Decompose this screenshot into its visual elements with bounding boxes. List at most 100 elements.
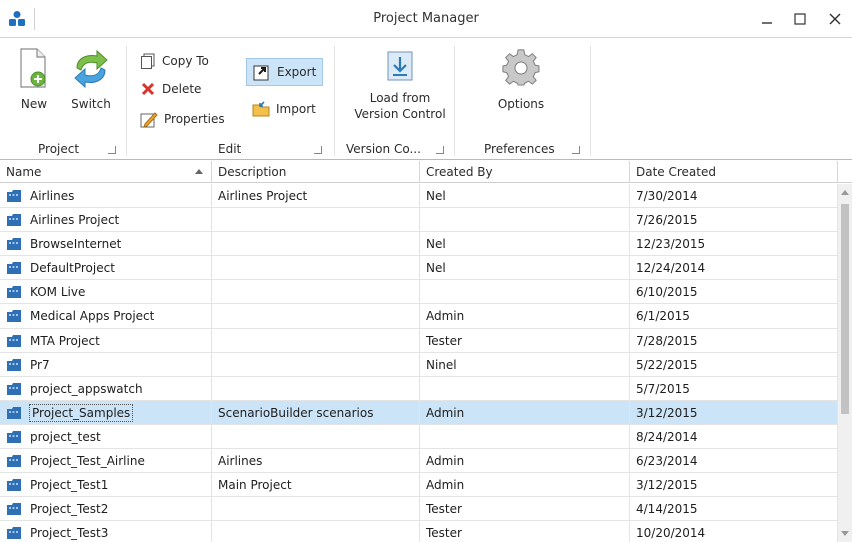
- cell-created-by[interactable]: Ninel: [420, 352, 630, 377]
- column-header-date-created[interactable]: Date Created: [630, 161, 838, 183]
- project-name: BrowseInternet: [30, 237, 122, 252]
- cell-name[interactable]: Project_Samples: [0, 400, 212, 425]
- table-row[interactable]: Project_Test_Airline Airlines Admin 6/23/20…: [0, 449, 838, 474]
- cell-name[interactable]: KOM Live: [0, 280, 212, 305]
- cell-created-by[interactable]: [420, 280, 630, 305]
- new-project-button[interactable]: New: [14, 46, 54, 112]
- cell-description[interactable]: [212, 376, 420, 401]
- cell-created-by[interactable]: [420, 208, 630, 233]
- switch-project-button[interactable]: Switch: [68, 46, 114, 112]
- table-row[interactable]: BrowseInternet Nel 12/23/2015: [0, 232, 838, 257]
- cell-date-created[interactable]: 6/23/2014: [630, 449, 838, 474]
- options-button[interactable]: Options: [486, 48, 556, 112]
- cell-name[interactable]: Airlines Project: [0, 208, 212, 233]
- cell-name[interactable]: project_test: [0, 424, 212, 449]
- column-header-name[interactable]: Name: [0, 161, 212, 183]
- cell-created-by[interactable]: [420, 424, 630, 449]
- table-row[interactable]: KOM Live 6/10/2015: [0, 280, 838, 305]
- cell-date-created[interactable]: 6/1/2015: [630, 304, 838, 329]
- column-header-created-by[interactable]: Created By: [420, 161, 630, 183]
- export-button[interactable]: Export: [246, 58, 324, 86]
- column-header-description[interactable]: Description: [212, 161, 420, 183]
- cell-date-created[interactable]: 5/7/2015: [630, 376, 838, 401]
- version-control-group-expander[interactable]: [436, 146, 444, 154]
- scroll-up-icon[interactable]: [841, 190, 849, 195]
- cell-description[interactable]: [212, 208, 420, 233]
- cell-created-by[interactable]: Tester: [420, 521, 630, 542]
- cell-date-created[interactable]: 6/10/2015: [630, 280, 838, 305]
- close-button[interactable]: [820, 6, 850, 32]
- preferences-group-expander[interactable]: [572, 146, 580, 154]
- cell-date-created[interactable]: 7/26/2015: [630, 208, 838, 233]
- cell-created-by[interactable]: Admin: [420, 400, 630, 425]
- maximize-button[interactable]: [785, 6, 815, 32]
- cell-name[interactable]: Project_Test1: [0, 473, 212, 498]
- scrollbar-thumb[interactable]: [841, 204, 849, 414]
- cell-name[interactable]: Project_Test_Airline: [0, 449, 212, 474]
- cell-description[interactable]: Airlines: [212, 449, 420, 474]
- cell-name[interactable]: DefaultProject: [0, 256, 212, 281]
- cell-name[interactable]: Project_Test2: [0, 497, 212, 522]
- cell-created-by[interactable]: Nel: [420, 232, 630, 257]
- cell-date-created[interactable]: 5/22/2015: [630, 352, 838, 377]
- properties-button[interactable]: Properties: [140, 108, 225, 130]
- table-row[interactable]: project_test 8/24/2014: [0, 424, 838, 450]
- cell-name[interactable]: project_appswatch: [0, 376, 212, 401]
- cell-date-created[interactable]: 8/24/2014: [630, 424, 838, 449]
- cell-created-by[interactable]: Admin: [420, 449, 630, 474]
- scroll-down-icon[interactable]: [841, 531, 849, 536]
- cell-description[interactable]: [212, 304, 420, 329]
- cell-name[interactable]: MTA Project: [0, 328, 212, 353]
- cell-created-by[interactable]: Tester: [420, 497, 630, 522]
- edit-group-expander[interactable]: [314, 146, 322, 154]
- cell-description[interactable]: [212, 352, 420, 377]
- cell-date-created[interactable]: 7/30/2014: [630, 184, 838, 208]
- table-row[interactable]: project_appswatch 5/7/2015: [0, 376, 838, 401]
- cell-created-by[interactable]: Tester: [420, 328, 630, 353]
- cell-description[interactable]: [212, 256, 420, 281]
- table-row[interactable]: Airlines Airlines Project Nel 7/30/2014: [0, 184, 838, 209]
- cell-description[interactable]: [212, 328, 420, 353]
- cell-date-created[interactable]: 3/12/2015: [630, 473, 838, 498]
- cell-created-by[interactable]: Nel: [420, 184, 630, 208]
- table-row[interactable]: Airlines Project 7/26/2015: [0, 208, 838, 233]
- cell-date-created[interactable]: 7/28/2015: [630, 328, 838, 353]
- table-row[interactable]: Medical Apps Project Admin 6/1/2015: [0, 304, 838, 329]
- cell-description[interactable]: Airlines Project: [212, 184, 420, 208]
- table-row[interactable]: DefaultProject Nel 12/24/2014: [0, 256, 838, 281]
- cell-name[interactable]: BrowseInternet: [0, 232, 212, 257]
- cell-created-by[interactable]: Admin: [420, 304, 630, 329]
- table-row[interactable]: Project_Test3 Tester 10/20/2014: [0, 521, 838, 542]
- cell-name[interactable]: Project_Test3: [0, 521, 212, 542]
- cell-created-by[interactable]: Admin: [420, 473, 630, 498]
- cell-date-created[interactable]: 10/20/2014: [630, 521, 838, 542]
- cell-date-created[interactable]: 12/24/2014: [630, 256, 838, 281]
- vertical-scrollbar[interactable]: [838, 184, 852, 542]
- cell-description[interactable]: [212, 280, 420, 305]
- cell-name[interactable]: Medical Apps Project: [0, 304, 212, 329]
- cell-date-created[interactable]: 3/12/2015: [630, 400, 838, 425]
- cell-description[interactable]: [212, 424, 420, 449]
- cell-date-created[interactable]: 4/14/2015: [630, 497, 838, 522]
- cell-description[interactable]: [212, 521, 420, 542]
- table-row[interactable]: MTA Project Tester 7/28/2015: [0, 328, 838, 353]
- project-group-expander[interactable]: [108, 146, 116, 154]
- cell-description[interactable]: ScenarioBuilder scenarios: [212, 400, 420, 425]
- load-from-version-control-button[interactable]: Load from Version Control: [344, 50, 456, 122]
- copy-to-button[interactable]: Copy To: [140, 50, 209, 72]
- cell-created-by[interactable]: [420, 376, 630, 401]
- table-row[interactable]: Project_Test1 Main Project Admin 3/12/2015: [0, 473, 838, 498]
- minimize-button[interactable]: [752, 6, 782, 32]
- cell-description[interactable]: [212, 232, 420, 257]
- table-row[interactable]: Pr7 Ninel 5/22/2015: [0, 352, 838, 377]
- cell-name[interactable]: Pr7: [0, 352, 212, 377]
- cell-date-created[interactable]: 12/23/2015: [630, 232, 838, 257]
- delete-button[interactable]: Delete: [140, 78, 201, 100]
- cell-name[interactable]: Airlines: [0, 184, 212, 208]
- cell-description[interactable]: Main Project: [212, 473, 420, 498]
- cell-created-by[interactable]: Nel: [420, 256, 630, 281]
- table-row[interactable]: Project_Test2 Tester 4/14/2015: [0, 497, 838, 522]
- import-button[interactable]: Import: [252, 98, 316, 120]
- cell-description[interactable]: [212, 497, 420, 522]
- table-row[interactable]: Project_Samples ScenarioBuilder scenarios…: [0, 400, 838, 425]
